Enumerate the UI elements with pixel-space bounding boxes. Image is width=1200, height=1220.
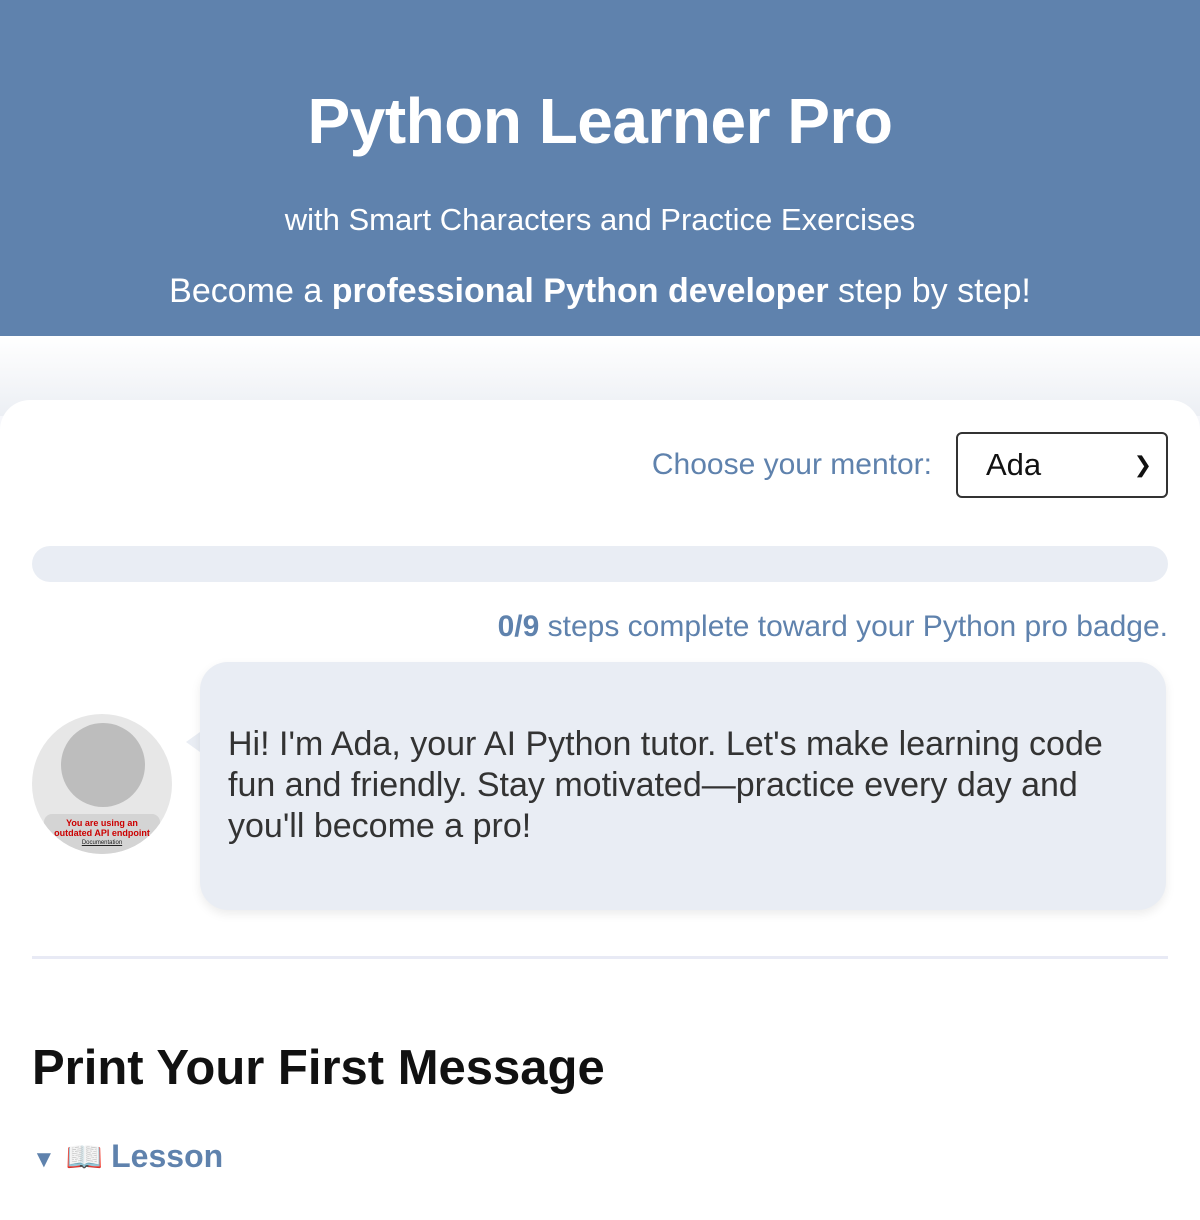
speech-bubble-tail xyxy=(186,732,200,752)
app-subtitle: with Smart Characters and Practice Exerc… xyxy=(284,202,916,237)
progress-caption: steps complete toward your Python pro ba… xyxy=(539,610,1168,643)
tagline-post: step by step! xyxy=(828,272,1031,310)
avatar-warning-line2: outdated API endpoint xyxy=(54,828,150,838)
lesson-toggle[interactable]: ▼ 📖 Lesson xyxy=(32,1138,223,1178)
tutor-message: Hi! I'm Ada, your AI Python tutor. Let's… xyxy=(228,725,1103,845)
lesson-toggle-label: Lesson xyxy=(111,1138,224,1174)
mentor-selected-value: Ada xyxy=(986,447,1042,482)
progress-text: 0/9 steps complete toward your Python pr… xyxy=(498,610,1168,644)
mentor-label: Choose your mentor: xyxy=(651,448,932,481)
tagline-pre: Become a xyxy=(169,272,332,310)
app-title: Python Learner Pro xyxy=(307,85,893,157)
tagline-bold: professional Python developer xyxy=(331,272,829,310)
section-divider xyxy=(32,956,1168,959)
chevron-down-icon: ❯ xyxy=(1133,452,1152,477)
app-tagline: Become a professional Python developer s… xyxy=(0,272,1200,311)
avatar-warning-link[interactable]: Documentation xyxy=(44,839,160,848)
mentor-avatar: You are using an outdated API endpoint D… xyxy=(32,714,172,854)
lesson-title: Print Your First Message xyxy=(32,1041,605,1095)
open-book-icon: 📖 xyxy=(65,1141,104,1174)
app-header: Python Learner Pro with Smart Characters… xyxy=(0,0,1200,336)
avatar-warning-line1: You are using an xyxy=(66,818,138,828)
avatar-api-warning: You are using an outdated API endpoint D… xyxy=(44,814,160,854)
tutor-speech-bubble: Hi! I'm Ada, your AI Python tutor. Let's… xyxy=(200,662,1166,910)
mentor-select[interactable]: Ada ❯ xyxy=(956,432,1168,498)
progress-count: 0/9 xyxy=(497,610,540,643)
avatar-placeholder-head xyxy=(61,723,145,807)
progress-bar xyxy=(32,546,1168,582)
triangle-down-icon: ▼ xyxy=(32,1146,56,1173)
